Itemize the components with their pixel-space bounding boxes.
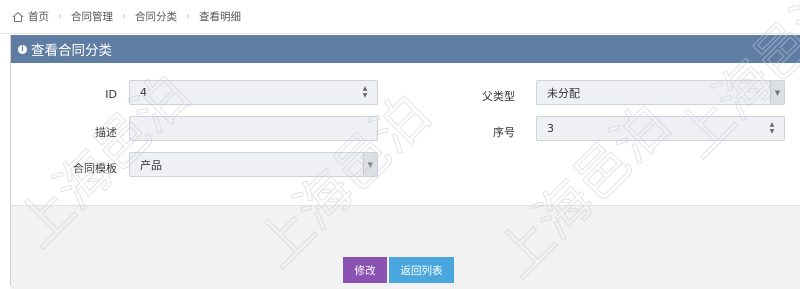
order-label: 序号 <box>493 126 515 139</box>
spinner-icon[interactable]: ▲ ▼ <box>768 121 776 136</box>
spinner-icon[interactable]: ▲ ▼ <box>361 85 369 100</box>
parent-type-label: 父类型 <box>482 90 515 103</box>
breadcrumb-separator: › <box>58 11 62 22</box>
template-label: 合同模板 <box>73 162 117 175</box>
edit-button[interactable]: 修改 <box>343 257 387 283</box>
panel-title: 查看合同分类 <box>31 43 112 59</box>
breadcrumb-current: 查看明细 <box>199 11 241 23</box>
description-field[interactable] <box>129 116 378 141</box>
order-field[interactable]: 3 ▲ ▼ <box>536 116 785 141</box>
breadcrumb-separator: › <box>186 11 190 22</box>
breadcrumb-contract-category[interactable]: 合同分类 <box>135 9 177 24</box>
order-value: 3 <box>547 122 554 135</box>
template-select[interactable]: 产品 ▼ <box>129 152 378 177</box>
chevron-down-icon[interactable]: ▼ <box>770 81 784 104</box>
breadcrumb: 首页 › 合同管理 › 合同分类 › 查看明细 <box>0 0 800 34</box>
info-icon: i <box>18 44 27 54</box>
breadcrumb-contract-management[interactable]: 合同管理 <box>71 9 113 24</box>
template-value: 产品 <box>140 158 162 172</box>
back-to-list-button[interactable]: 返回列表 <box>389 257 454 283</box>
description-label: 描述 <box>95 126 117 139</box>
parent-type-select[interactable]: 未分配 ▼ <box>536 80 785 105</box>
id-label: ID <box>105 88 117 101</box>
breadcrumb-separator: › <box>122 11 126 22</box>
id-value: 4 <box>140 86 147 99</box>
parent-type-value: 未分配 <box>547 86 580 100</box>
action-bar: 修改 返回列表 <box>11 205 800 289</box>
home-icon[interactable] <box>12 11 24 23</box>
chevron-down-icon[interactable]: ▼ <box>363 153 377 176</box>
panel-header: i 查看合同分类 <box>11 35 800 63</box>
breadcrumb-home[interactable]: 首页 <box>28 9 49 24</box>
view-contract-category-panel: i 查看合同分类 ID 4 ▲ ▼ 父类型 未分配 ▼ 描述 序号 3 ▲ ▼ 合同… <box>10 35 800 289</box>
id-field[interactable]: 4 ▲ ▼ <box>129 80 378 105</box>
